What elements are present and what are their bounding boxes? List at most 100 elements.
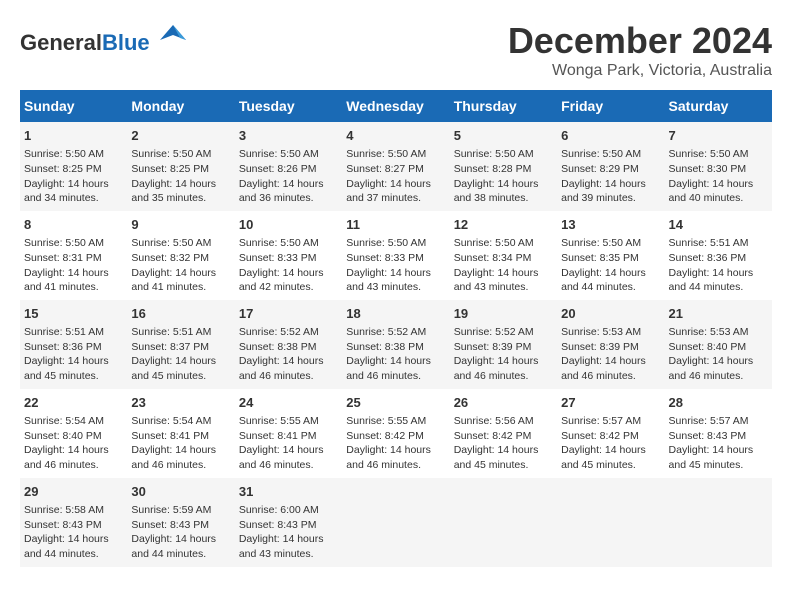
sunset-text: Sunset: 8:39 PM	[561, 341, 639, 353]
sunrise-text: Sunrise: 5:50 AM	[24, 148, 104, 160]
sunset-text: Sunset: 8:27 PM	[346, 163, 424, 175]
daylight-text: Daylight: 14 hours and 40 minutes.	[669, 178, 754, 205]
calendar-cell: 17Sunrise: 5:52 AMSunset: 8:38 PMDayligh…	[235, 300, 342, 389]
calendar-week-row: 1Sunrise: 5:50 AMSunset: 8:25 PMDaylight…	[20, 122, 772, 211]
sunrise-text: Sunrise: 5:51 AM	[24, 326, 104, 338]
day-number: 18	[346, 305, 445, 323]
page-header: GeneralBlue December 2024 Wonga Park, Vi…	[20, 20, 772, 80]
day-number: 20	[561, 305, 660, 323]
daylight-text: Daylight: 14 hours and 45 minutes.	[669, 444, 754, 471]
sunset-text: Sunset: 8:43 PM	[669, 430, 747, 442]
day-number: 26	[454, 394, 553, 412]
sunrise-text: Sunrise: 5:52 AM	[239, 326, 319, 338]
daylight-text: Daylight: 14 hours and 44 minutes.	[561, 267, 646, 294]
sunset-text: Sunset: 8:35 PM	[561, 252, 639, 264]
calendar-cell: 31Sunrise: 6:00 AMSunset: 8:43 PMDayligh…	[235, 478, 342, 567]
day-number: 24	[239, 394, 338, 412]
calendar-cell: 6Sunrise: 5:50 AMSunset: 8:29 PMDaylight…	[557, 122, 664, 211]
sunrise-text: Sunrise: 5:50 AM	[454, 237, 534, 249]
daylight-text: Daylight: 14 hours and 44 minutes.	[669, 267, 754, 294]
calendar-cell: 3Sunrise: 5:50 AMSunset: 8:26 PMDaylight…	[235, 122, 342, 211]
daylight-text: Daylight: 14 hours and 36 minutes.	[239, 178, 324, 205]
sunrise-text: Sunrise: 5:58 AM	[24, 504, 104, 516]
calendar-cell: 19Sunrise: 5:52 AMSunset: 8:39 PMDayligh…	[450, 300, 557, 389]
calendar-week-row: 15Sunrise: 5:51 AMSunset: 8:36 PMDayligh…	[20, 300, 772, 389]
sunrise-text: Sunrise: 5:50 AM	[239, 237, 319, 249]
daylight-text: Daylight: 14 hours and 35 minutes.	[131, 178, 216, 205]
sunrise-text: Sunrise: 5:50 AM	[561, 148, 641, 160]
sunrise-text: Sunrise: 5:53 AM	[561, 326, 641, 338]
header-friday: Friday	[557, 90, 664, 122]
daylight-text: Daylight: 14 hours and 46 minutes.	[24, 444, 109, 471]
calendar-cell: 9Sunrise: 5:50 AMSunset: 8:32 PMDaylight…	[127, 211, 234, 300]
daylight-text: Daylight: 14 hours and 44 minutes.	[131, 533, 216, 560]
day-number: 6	[561, 127, 660, 145]
day-number: 19	[454, 305, 553, 323]
calendar-cell: 15Sunrise: 5:51 AMSunset: 8:36 PMDayligh…	[20, 300, 127, 389]
daylight-text: Daylight: 14 hours and 46 minutes.	[131, 444, 216, 471]
sunrise-text: Sunrise: 5:54 AM	[24, 415, 104, 427]
daylight-text: Daylight: 14 hours and 38 minutes.	[454, 178, 539, 205]
calendar-cell: 23 Sunrise: 5:54 AM Sunset: 8:41 PM Dayligh…	[127, 389, 234, 478]
day-number: 30	[131, 483, 230, 501]
logo-blue-text: Blue	[102, 30, 150, 55]
day-number: 2	[131, 127, 230, 145]
sunrise-text: Sunrise: 5:57 AM	[561, 415, 641, 427]
sunrise-text: Sunrise: 6:00 AM	[239, 504, 319, 516]
calendar-cell: 29Sunrise: 5:58 AMSunset: 8:43 PMDayligh…	[20, 478, 127, 567]
title-block: December 2024 Wonga Park, Victoria, Aust…	[508, 20, 772, 80]
sunrise-text: Sunrise: 5:55 AM	[346, 415, 426, 427]
sunset-text: Sunset: 8:39 PM	[454, 341, 532, 353]
sunrise-text: Sunrise: 5:50 AM	[346, 148, 426, 160]
sunset-text: Sunset: 8:43 PM	[131, 519, 209, 531]
daylight-text: Daylight: 14 hours and 46 minutes.	[669, 355, 754, 382]
calendar-cell: 5Sunrise: 5:50 AMSunset: 8:28 PMDaylight…	[450, 122, 557, 211]
daylight-text: Daylight: 14 hours and 45 minutes.	[24, 355, 109, 382]
daylight-text: Daylight: 14 hours and 46 minutes.	[561, 355, 646, 382]
day-number: 23	[131, 394, 230, 412]
calendar-cell: 27Sunrise: 5:57 AMSunset: 8:42 PMDayligh…	[557, 389, 664, 478]
day-number: 14	[669, 216, 768, 234]
header-saturday: Saturday	[665, 90, 772, 122]
daylight-text: Daylight: 14 hours and 44 minutes.	[24, 533, 109, 560]
calendar-cell: 25Sunrise: 5:55 AMSunset: 8:42 PMDayligh…	[342, 389, 449, 478]
sunrise-text: Sunrise: 5:50 AM	[669, 148, 749, 160]
sunset-text: Sunset: 8:29 PM	[561, 163, 639, 175]
day-number: 28	[669, 394, 768, 412]
daylight-text: Daylight: 14 hours and 45 minutes.	[561, 444, 646, 471]
calendar-cell: 13Sunrise: 5:50 AMSunset: 8:35 PMDayligh…	[557, 211, 664, 300]
sunrise-text: Sunrise: 5:54 AM	[131, 415, 211, 427]
sunrise-text: Sunrise: 5:56 AM	[454, 415, 534, 427]
day-number: 15	[24, 305, 123, 323]
day-number: 12	[454, 216, 553, 234]
sunset-text: Sunset: 8:28 PM	[454, 163, 532, 175]
sunset-text: Sunset: 8:40 PM	[669, 341, 747, 353]
daylight-text: Daylight: 14 hours and 43 minutes.	[239, 533, 324, 560]
calendar-table: SundayMondayTuesdayWednesdayThursdayFrid…	[20, 90, 772, 567]
daylight-text: Daylight: 14 hours and 42 minutes.	[239, 267, 324, 294]
day-number: 22	[24, 394, 123, 412]
sunset-text: Sunset: 8:42 PM	[454, 430, 532, 442]
logo: GeneralBlue	[20, 20, 188, 55]
calendar-week-row: 29Sunrise: 5:58 AMSunset: 8:43 PMDayligh…	[20, 478, 772, 567]
sunset-text: Sunset: 8:33 PM	[346, 252, 424, 264]
sunrise-text: Sunrise: 5:51 AM	[131, 326, 211, 338]
sunset-text: Sunset: 8:34 PM	[454, 252, 532, 264]
calendar-cell: 26Sunrise: 5:56 AMSunset: 8:42 PMDayligh…	[450, 389, 557, 478]
sunrise-text: Sunrise: 5:50 AM	[131, 148, 211, 160]
sunrise-text: Sunrise: 5:50 AM	[454, 148, 534, 160]
daylight-text: Daylight: 14 hours and 46 minutes.	[346, 355, 431, 382]
calendar-cell: 24Sunrise: 5:55 AMSunset: 8:41 PMDayligh…	[235, 389, 342, 478]
calendar-cell	[557, 478, 664, 567]
sunrise-text: Sunrise: 5:52 AM	[454, 326, 534, 338]
day-number: 8	[24, 216, 123, 234]
calendar-week-row: 8 Sunrise: 5:50 AM Sunset: 8:31 PM Daylight…	[20, 211, 772, 300]
calendar-cell: 7Sunrise: 5:50 AMSunset: 8:30 PMDaylight…	[665, 122, 772, 211]
calendar-cell	[342, 478, 449, 567]
sunset-text: Sunset: 8:33 PM	[239, 252, 317, 264]
sunset-text: Sunset: 8:43 PM	[24, 519, 102, 531]
day-number: 3	[239, 127, 338, 145]
sunset-text: Sunset: 8:31 PM	[24, 252, 102, 264]
daylight-text: Daylight: 14 hours and 43 minutes.	[454, 267, 539, 294]
sunset-text: Sunset: 8:41 PM	[131, 430, 209, 442]
